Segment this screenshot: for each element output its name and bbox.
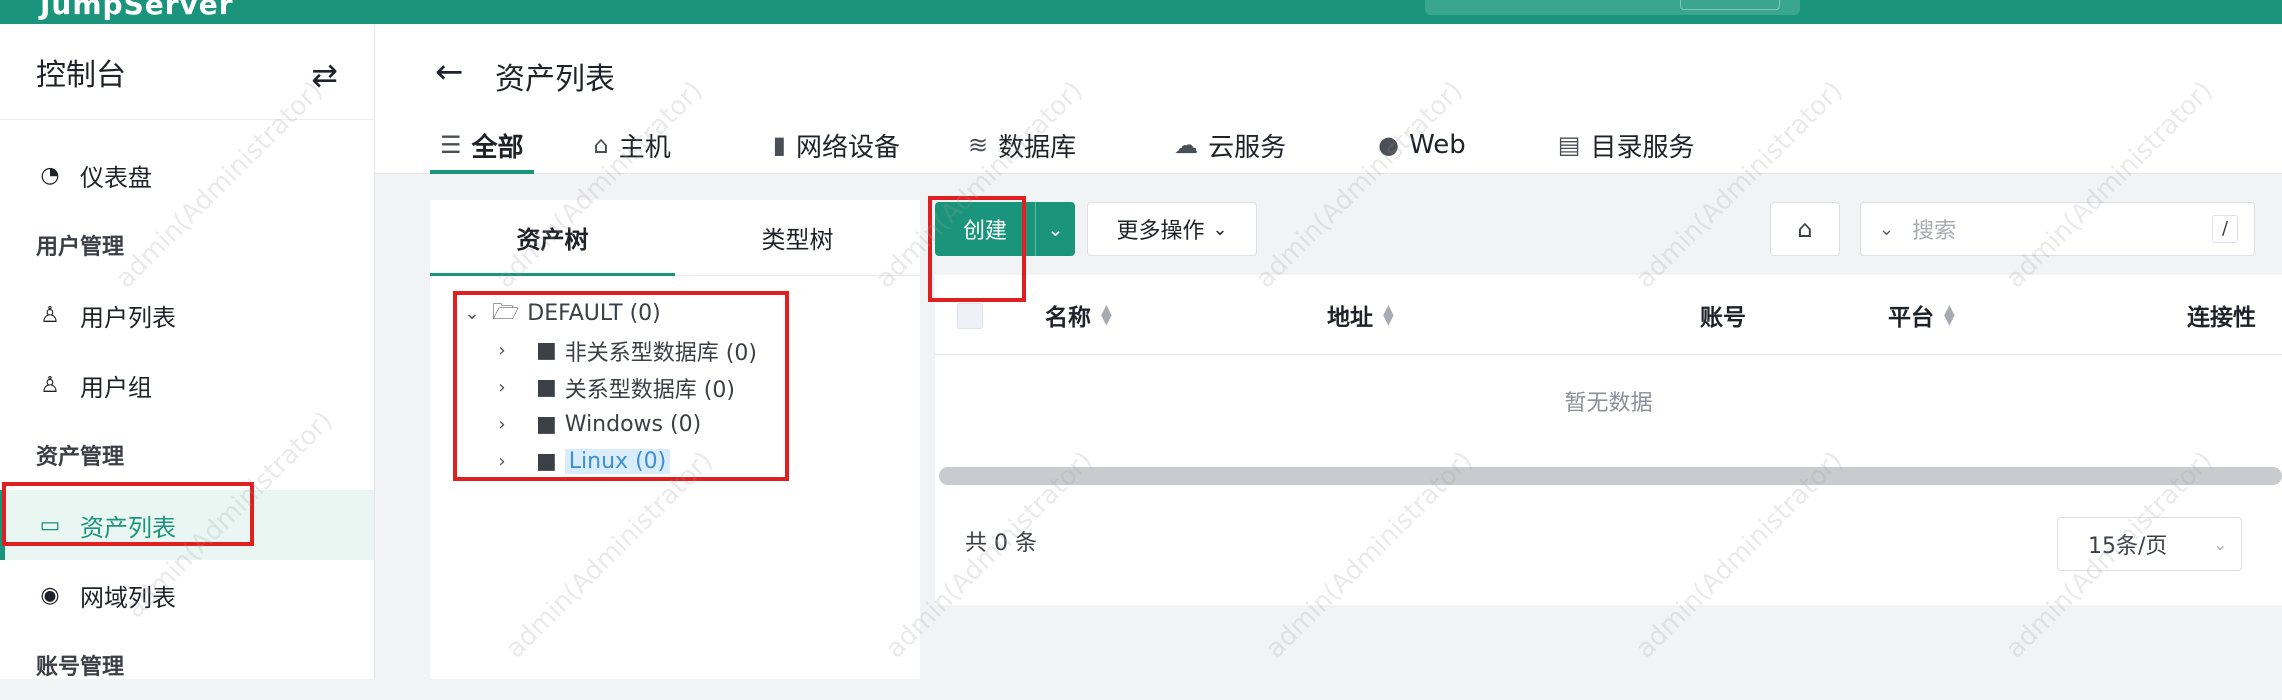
search-input[interactable]: ⌄ 搜索 /	[1860, 202, 2255, 256]
sidebar-item-label: 资产列表	[80, 513, 176, 542]
column-account: 账号	[1700, 305, 1746, 331]
folder-icon: ■	[536, 449, 557, 474]
asset-tree-panel: 资产树 类型树 ⌄ 🗁 DEFAULT (0) › ■ 非关系型数据库 (0) …	[430, 200, 920, 679]
app-logo[interactable]: JumpServer	[40, 0, 234, 21]
chevron-down-icon[interactable]: ⌄	[460, 303, 484, 324]
location-icon: ◉	[40, 582, 60, 608]
tab-host[interactable]: ⌂ 主机	[584, 116, 681, 174]
asset-type-tabs: ☰ 全部 ⌂ 主机 ▮ 网络设备 ≋ 数据库 ☁ 云服务 ● Web ▤ 目录服务	[430, 116, 1705, 174]
sidebar: 控制台 ⇄ ◔ 仪表盘 用户管理 ♙ 用户列表 ♙ 用户组 资产管理 ▭ 资产列…	[0, 24, 375, 680]
sidebar-group-accounts: 账号管理	[36, 655, 125, 680]
tab-asset-tree[interactable]: 资产树	[430, 200, 675, 276]
switch-view-icon[interactable]: ⇄	[311, 56, 338, 94]
folder-open-icon: 🗁	[492, 299, 520, 325]
cloud-icon: ☁	[1174, 131, 1199, 159]
sidebar-item-dashboard[interactable]: ◔ 仪表盘	[0, 140, 374, 210]
horizontal-scrollbar[interactable]	[939, 467, 2282, 485]
empty-state-text: 暂无数据	[1564, 391, 1653, 416]
more-actions-button[interactable]: 更多操作 ⌄	[1087, 202, 1257, 256]
column-address[interactable]: 地址 ▲ ▼	[1327, 275, 1394, 355]
page-title: 资产列表	[495, 62, 615, 97]
sidebar-item-asset-list[interactable]: ▭ 资产列表	[0, 490, 374, 560]
chevron-right-icon[interactable]: ›	[490, 451, 514, 472]
sort-icon[interactable]: ▲ ▼	[1383, 303, 1394, 327]
sidebar-item-zone-list[interactable]: ◉ 网域列表	[0, 560, 374, 630]
host-icon: ⌂	[593, 131, 609, 159]
chevron-right-icon[interactable]: ›	[490, 340, 514, 361]
dashboard-icon: ◔	[40, 162, 60, 188]
tab-type-tree[interactable]: 类型树	[675, 200, 920, 275]
tag-filter-button[interactable]: ⌂	[1770, 202, 1840, 256]
page-size-select[interactable]: 15条/页 ⌄	[2057, 517, 2242, 571]
tree-node[interactable]: › ■ Windows (0)	[460, 406, 757, 443]
tab-cloud[interactable]: ☁ 云服务	[1164, 116, 1296, 174]
folder-icon: ■	[536, 338, 557, 363]
globe-icon: ●	[1378, 131, 1400, 159]
network-device-icon: ▮	[772, 131, 786, 159]
folder-icon: ■	[536, 412, 557, 437]
select-all-checkbox[interactable]	[957, 303, 983, 329]
column-platform[interactable]: 平台 ▲ ▼	[1888, 275, 1955, 355]
sidebar-group-users: 用户管理	[36, 235, 125, 260]
sidebar-item-label: 网域列表	[80, 583, 176, 612]
tab-network-device[interactable]: ▮ 网络设备	[763, 116, 910, 174]
list-icon: ☰	[440, 131, 462, 159]
tree-node[interactable]: › ■ 关系型数据库 (0)	[460, 369, 757, 406]
folder-icon: ■	[536, 375, 557, 400]
asset-table: 名称 ▲ ▼ 地址 ▲ ▼ 账号 平台 ▲ ▼ 连接性 暂无数据 共 0 条 15条/页 ⌄	[935, 275, 2282, 605]
tab-all[interactable]: ☰ 全部	[430, 116, 534, 174]
monitor-icon: ▭	[39, 512, 61, 538]
tree-node-default[interactable]: ⌄ 🗁 DEFAULT (0)	[460, 295, 757, 332]
tag-icon: ⌂	[1797, 215, 1813, 243]
sidebar-item-user-groups[interactable]: ♙ 用户组	[0, 350, 374, 420]
search-shortcut-key: /	[2212, 215, 2238, 243]
column-connectivity[interactable]: 连接性	[2187, 275, 2256, 355]
database-icon: ≋	[968, 131, 989, 159]
chevron-right-icon[interactable]: ›	[490, 377, 514, 398]
back-arrow-icon[interactable]: ←	[435, 52, 464, 92]
sort-icon[interactable]: ▲ ▼	[1101, 303, 1112, 327]
user-group-icon: ♙	[40, 372, 60, 398]
sidebar-header: 控制台 ⇄	[0, 24, 374, 120]
directory-icon: ▤	[1557, 131, 1581, 159]
column-name[interactable]: 名称 ▲ ▼	[1045, 275, 1112, 355]
chevron-down-icon: ⌄	[1879, 218, 1895, 240]
top-bar: JumpServer	[0, 0, 2282, 24]
page-header: ← 资产列表 ☰ 全部 ⌂ 主机 ▮ 网络设备 ≋ 数据库 ☁ 云服务 ● Web ▤ 目录服…	[375, 24, 2282, 174]
sidebar-item-label: 仪表盘	[80, 163, 152, 192]
create-dropdown-button[interactable]: ⌄	[1035, 202, 1075, 256]
total-count: 共 0 条	[965, 531, 1037, 556]
chevron-down-icon: ⌄	[2213, 534, 2227, 554]
chevron-right-icon[interactable]: ›	[490, 414, 514, 435]
sidebar-group-assets: 资产管理	[36, 445, 125, 470]
sidebar-item-user-list[interactable]: ♙ 用户列表	[0, 280, 374, 350]
tree-node[interactable]: › ■ Linux (0)	[460, 443, 757, 480]
chevron-down-icon: ⌄	[1212, 218, 1228, 240]
chevron-down-icon: ⌄	[1047, 217, 1064, 241]
asset-tree: ⌄ 🗁 DEFAULT (0) › ■ 非关系型数据库 (0) › ■ 关系型数…	[460, 295, 757, 480]
create-button[interactable]: 创建	[935, 202, 1035, 256]
global-search[interactable]	[1425, 0, 1800, 15]
console-title: 控制台	[36, 57, 126, 93]
tab-web[interactable]: ● Web	[1368, 116, 1476, 174]
tab-directory[interactable]: ▤ 目录服务	[1548, 116, 1705, 174]
table-header: 名称 ▲ ▼ 地址 ▲ ▼ 账号 平台 ▲ ▼ 连接性	[935, 275, 2282, 355]
tree-tabs: 资产树 类型树	[430, 200, 920, 276]
tab-database[interactable]: ≋ 数据库	[958, 116, 1086, 174]
search-shortcut-hint	[1680, 0, 1780, 10]
sidebar-item-label: 用户列表	[80, 303, 176, 332]
sort-icon[interactable]: ▲ ▼	[1944, 303, 1955, 327]
user-icon: ♙	[40, 302, 60, 328]
tree-node[interactable]: › ■ 非关系型数据库 (0)	[460, 332, 757, 369]
sidebar-item-label: 用户组	[80, 373, 152, 402]
